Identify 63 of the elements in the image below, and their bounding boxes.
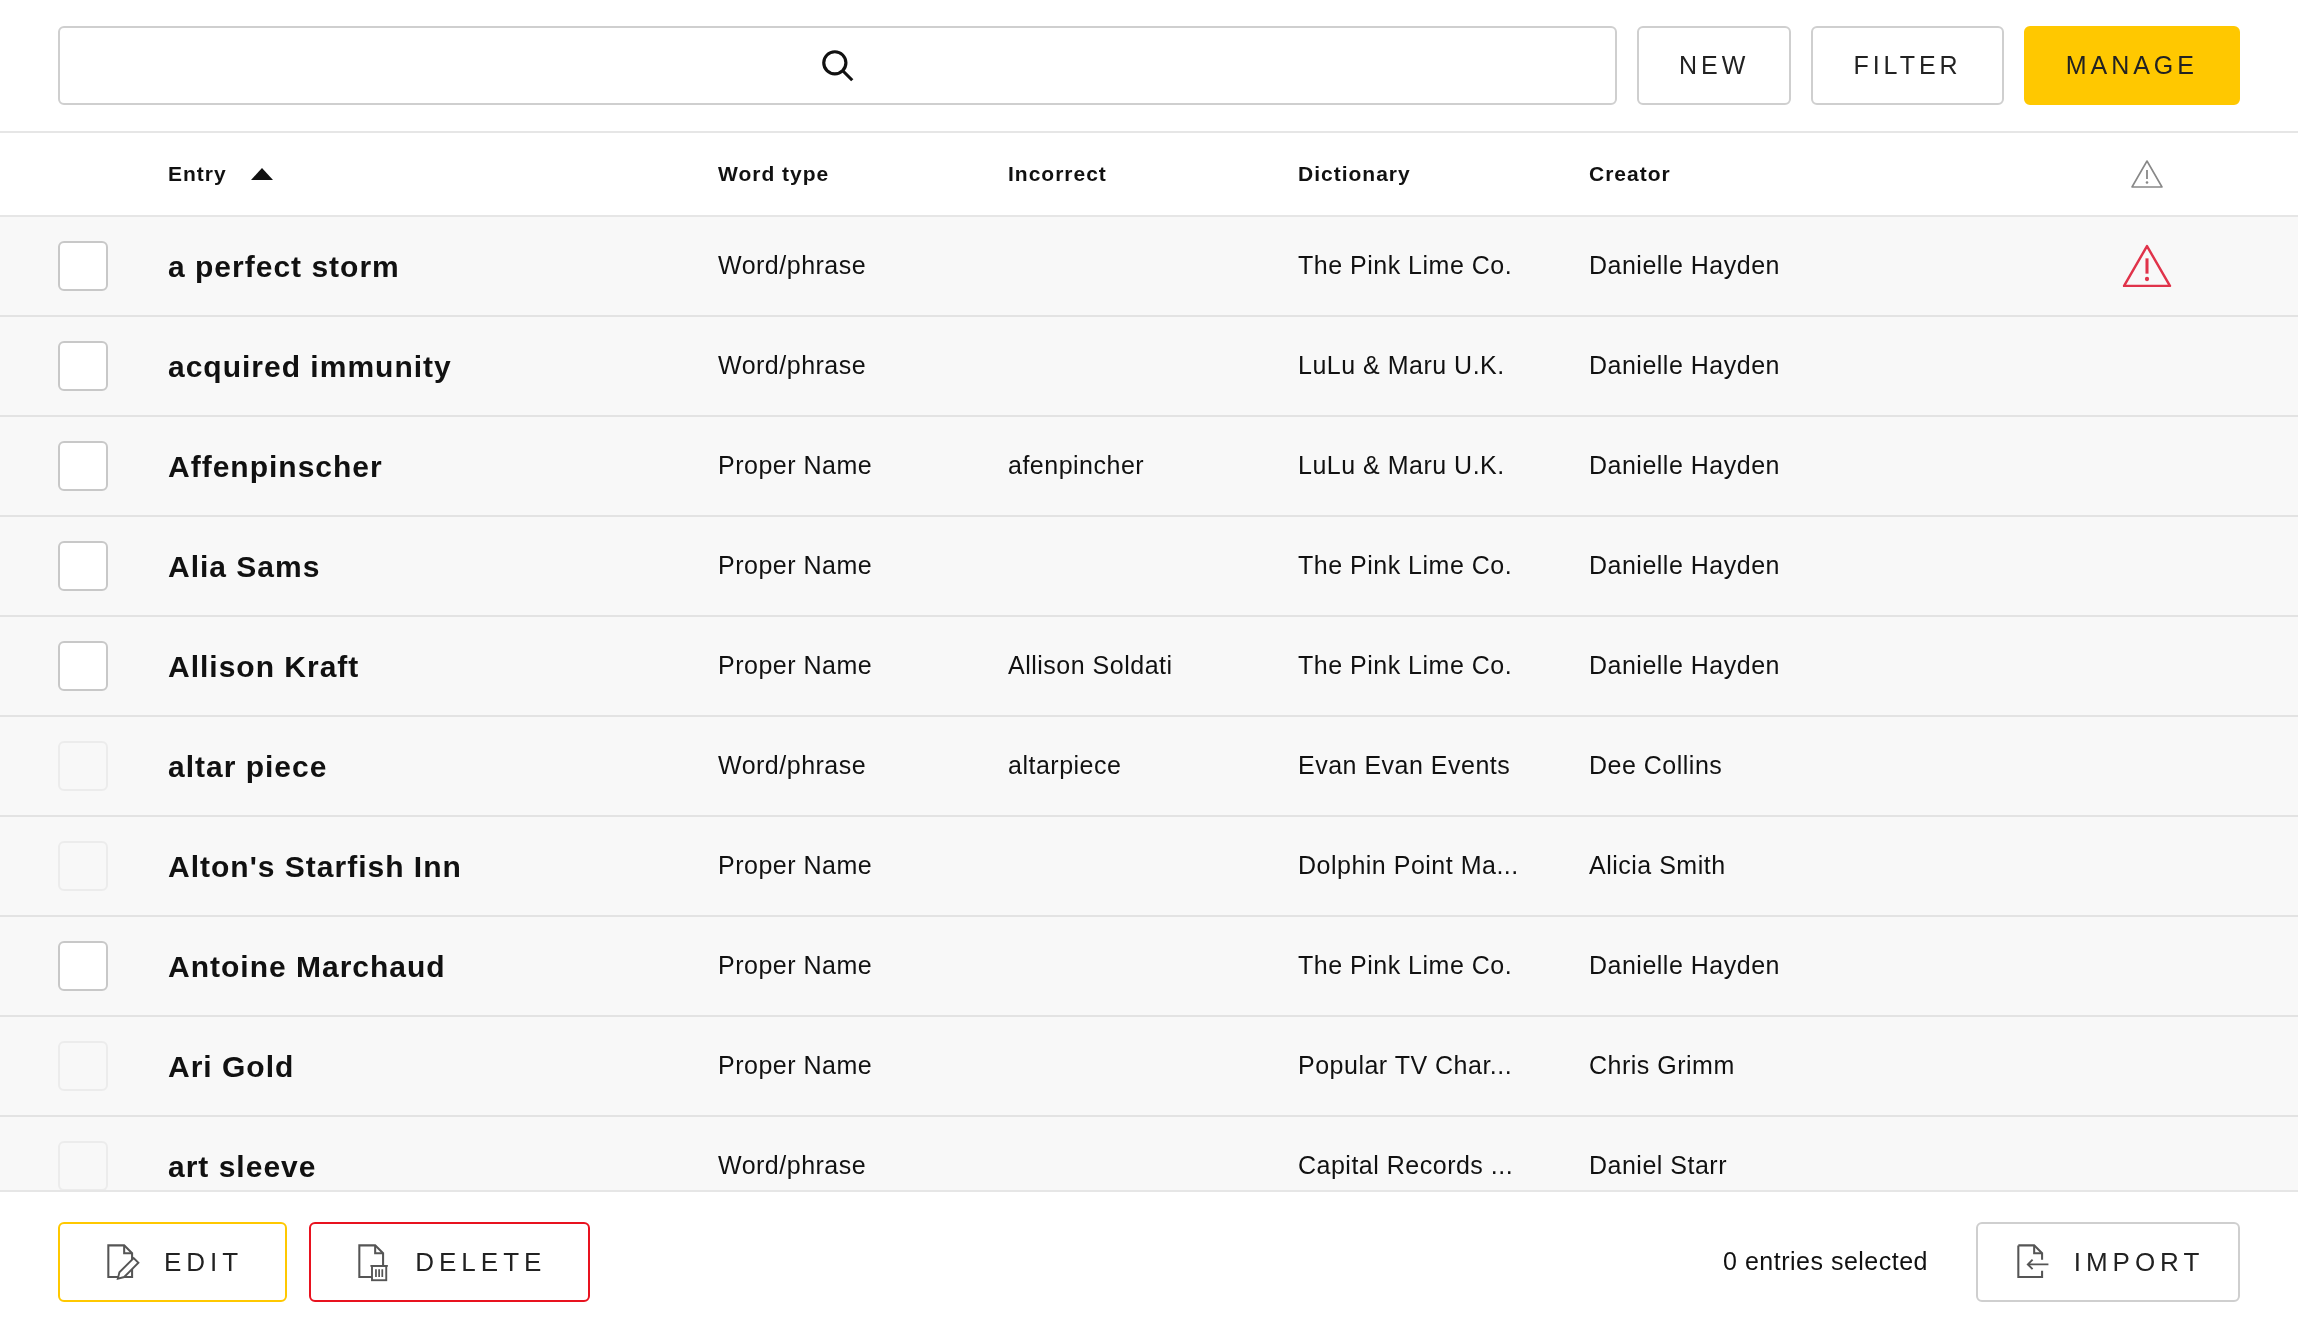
word-type: Proper Name (718, 1050, 873, 1082)
row-checkbox[interactable] (58, 641, 108, 691)
word-type: Word/phrase (718, 250, 867, 282)
row-checkbox[interactable] (58, 941, 108, 991)
incorrect-spelling: Allison Soldati (1008, 650, 1173, 682)
new-button[interactable]: NEW (1637, 26, 1792, 105)
dictionary-name: The Pink Lime Co. (1298, 250, 1513, 282)
creator-name: Chris Grimm (1589, 1050, 1735, 1082)
creator-name: Danielle Hayden (1589, 650, 1780, 682)
dictionary-name: Evan Evan Events (1298, 750, 1511, 782)
creator-name: Daniel Starr (1589, 1150, 1727, 1182)
word-type: Word/phrase (718, 1150, 867, 1182)
creator-name: Danielle Hayden (1589, 350, 1780, 382)
edit-button[interactable]: EDIT (58, 1222, 288, 1302)
row-checkbox[interactable] (58, 541, 108, 591)
creator-name: Alicia Smith (1589, 850, 1726, 882)
warning-icon (2130, 159, 2164, 189)
word-type: Proper Name (718, 850, 873, 882)
dictionary-name: The Pink Lime Co. (1298, 550, 1513, 582)
entry-name: a perfect storm (168, 248, 400, 285)
entry-name: altar piece (168, 748, 328, 785)
filter-button[interactable]: FILTER (1811, 26, 2004, 105)
selection-count: 0 entries selected (1723, 1246, 1928, 1278)
entry-name: art sleeve (168, 1148, 317, 1185)
entry-name: Affenpinscher (168, 448, 383, 485)
dictionary-name: The Pink Lime Co. (1298, 650, 1513, 682)
row-checkbox[interactable] (58, 341, 108, 391)
dictionary-name: Popular TV Char... (1298, 1050, 1513, 1082)
word-type: Word/phrase (718, 750, 867, 782)
word-type: Proper Name (718, 550, 873, 582)
column-header[interactable]: Dictionary (1298, 158, 1411, 190)
entry-name: Ari Gold (168, 1048, 295, 1085)
entry-name: Alton's Starfish Inn (168, 848, 462, 885)
dictionary-name: Capital Records ... (1298, 1150, 1514, 1182)
column-header[interactable]: Entry (168, 158, 227, 190)
column-header[interactable]: Word type (718, 158, 830, 190)
delete-button[interactable]: DELETE (309, 1222, 591, 1302)
word-type: Proper Name (718, 950, 873, 982)
word-type: Proper Name (718, 650, 873, 682)
row-checkbox[interactable] (58, 241, 108, 291)
column-header[interactable]: Incorrect (1008, 158, 1107, 190)
incorrect-spelling: afenpincher (1008, 450, 1145, 482)
manage-button[interactable]: MANAGE (2023, 26, 2240, 105)
row-checkbox[interactable] (58, 441, 108, 491)
creator-name: Danielle Hayden (1589, 450, 1780, 482)
column-header[interactable]: Creator (1589, 158, 1671, 190)
dictionary-name: The Pink Lime Co. (1298, 950, 1513, 982)
entry-name: acquired immunity (168, 348, 452, 385)
import-button[interactable]: IMPORT (1976, 1222, 2240, 1302)
creator-name: Danielle Hayden (1589, 950, 1780, 982)
word-type: Word/phrase (718, 350, 867, 382)
incorrect-spelling: altarpiece (1008, 750, 1122, 782)
creator-name: Danielle Hayden (1589, 250, 1780, 282)
entry-name: Antoine Marchaud (168, 948, 446, 985)
creator-name: Dee Collins (1589, 750, 1723, 782)
entry-name: Alia Sams (168, 548, 321, 585)
search-field[interactable] (58, 26, 1618, 105)
word-type: Proper Name (718, 450, 873, 482)
creator-name: Danielle Hayden (1589, 550, 1780, 582)
dictionary-name: LuLu & Maru U.K. (1298, 350, 1505, 382)
entry-name: Allison Kraft (168, 648, 360, 685)
dictionary-name: Dolphin Point Ma... (1298, 850, 1519, 882)
dictionary-name: LuLu & Maru U.K. (1298, 450, 1505, 482)
